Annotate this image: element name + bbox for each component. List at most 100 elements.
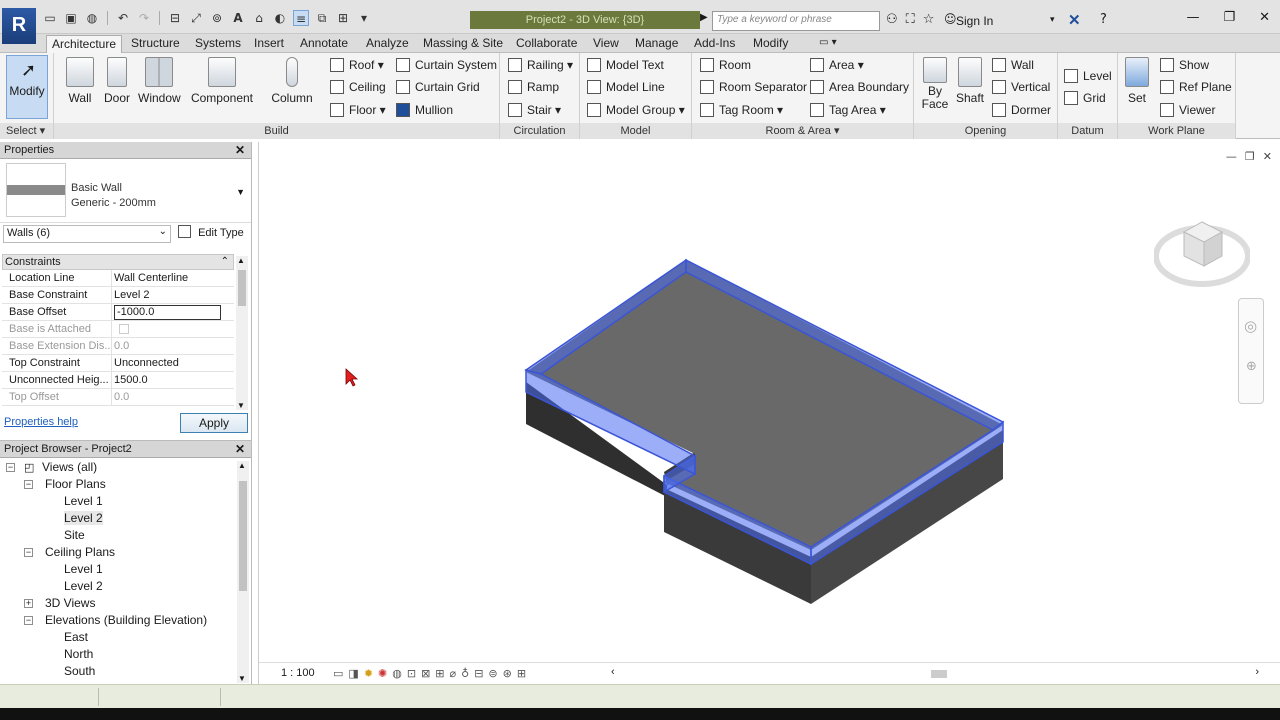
reveal-hidden-icon[interactable]: ♁ (461, 667, 469, 680)
constraints-icon[interactable]: ⊞ (517, 667, 526, 680)
section-icon[interactable]: ◐ (272, 10, 288, 26)
steering-wheel-icon[interactable]: ◎ (1244, 317, 1257, 335)
user-icon[interactable]: ☺ (944, 12, 957, 26)
tag-room-button[interactable]: Tag Room ▾ (700, 101, 783, 119)
restore-icon[interactable]: ❐ (1223, 10, 1235, 25)
collapse-icon[interactable]: − (6, 463, 15, 472)
render-icon[interactable]: ◍ (392, 667, 402, 680)
tab-collaborate[interactable]: Collaborate (511, 35, 582, 53)
binoculars-icon[interactable]: ⚇ (886, 12, 898, 27)
sync-icon[interactable]: ◍ (84, 10, 100, 26)
tree-item-elevations[interactable]: − Elevations (Building Elevation) (0, 612, 236, 629)
view-cube[interactable] (1153, 204, 1251, 294)
scroll-right-icon[interactable]: › (1255, 666, 1259, 678)
window-button[interactable]: Window (138, 57, 181, 105)
save-icon[interactable]: ▣ (63, 10, 79, 26)
column-button[interactable]: Column (270, 57, 314, 105)
tab-systems[interactable]: Systems (190, 35, 246, 53)
tree-item-ceiling-level-1[interactable]: Level 1 (0, 561, 236, 578)
search-input[interactable]: Type a keyword or phrase (712, 11, 880, 31)
dimension-icon[interactable]: ⤢ (188, 10, 204, 26)
viewport-hscrollbar[interactable]: ‹ › (611, 666, 1259, 679)
tab-annotate[interactable]: Annotate (295, 35, 353, 53)
base-offset-input[interactable]: -1000.0 (114, 305, 221, 320)
app-menu-button[interactable]: R (2, 8, 36, 44)
tree-item-ceiling-level-2[interactable]: Level 2 (0, 578, 236, 595)
floor-button[interactable]: Floor ▾ (330, 101, 386, 119)
tree-item-ceiling-plans[interactable]: − Ceiling Plans (0, 544, 236, 561)
tab-view[interactable]: View (588, 35, 624, 53)
show-crop-icon[interactable]: ⊠ (421, 667, 430, 680)
property-row[interactable]: Base Offset -1000.0 (2, 304, 234, 321)
type-dropdown-icon[interactable]: ▼ (236, 187, 245, 197)
scroll-thumb[interactable] (239, 481, 247, 591)
3d-viewport[interactable]: — ❐ ✕ ◎ ⊕ 1: 100 ▭ ◨ ✹ ✺ ◍ ⊡ ⊠ ⊞ ⌀ ♁ ⊟ … (258, 142, 1280, 684)
property-value[interactable]: Unconnected (112, 355, 234, 371)
property-row[interactable]: Location Line Wall Centerline (2, 270, 234, 287)
browser-scrollbar[interactable]: ▲ ▼ (237, 461, 249, 683)
tab-modify[interactable]: Modify (748, 35, 793, 53)
type-selector[interactable]: Basic Wall Generic - 200mm ▼ (0, 159, 251, 223)
tree-item-east[interactable]: East (0, 629, 236, 646)
tree-item-south[interactable]: South (0, 663, 236, 680)
room-separator-button[interactable]: Room Separator (700, 78, 807, 96)
visual-style-icon[interactable]: ◨ (348, 667, 358, 680)
tree-item-floor-plans[interactable]: − Floor Plans (0, 476, 236, 493)
view-scale[interactable]: 1 : 100 (281, 667, 315, 679)
switch-windows-icon[interactable]: ⊞ (335, 10, 351, 26)
temp-hide-icon[interactable]: ⌀ (450, 667, 457, 680)
tag-icon[interactable]: ⊚ (209, 10, 225, 26)
vertical-opening-button[interactable]: Vertical (992, 78, 1050, 96)
sign-in-button[interactable]: Sign In (956, 14, 993, 28)
tree-item-site[interactable]: Site (0, 527, 236, 544)
tree-item-floor-level-2[interactable]: Level 2 (0, 510, 236, 527)
scroll-down-icon[interactable]: ▼ (237, 401, 245, 410)
help-icon[interactable]: ? (1100, 12, 1107, 27)
tree-item-floor-level-1[interactable]: Level 1 (0, 493, 236, 510)
modify-button[interactable]: ➚ Modify (6, 55, 48, 119)
level-button[interactable]: Level (1064, 67, 1112, 85)
viewer-button[interactable]: Viewer (1160, 101, 1215, 119)
scroll-down-icon[interactable]: ▼ (238, 674, 246, 683)
close-icon[interactable]: ✕ (235, 441, 245, 457)
mullion-button[interactable]: Mullion (396, 101, 453, 119)
roof-button[interactable]: Roof ▾ (330, 56, 384, 74)
show-button[interactable]: Show (1160, 56, 1209, 74)
tab-analyze[interactable]: Analyze (361, 35, 414, 53)
tree-item-north[interactable]: North (0, 646, 236, 663)
dormer-button[interactable]: Dormer (992, 101, 1051, 119)
measure-icon[interactable]: ⊟ (167, 10, 183, 26)
scroll-thumb[interactable] (931, 670, 947, 678)
tree-item-3d-views[interactable]: +3D Views (0, 595, 236, 612)
property-value[interactable]: 1500.0 (112, 372, 234, 388)
property-row[interactable]: Base Constraint Level 2 (2, 287, 234, 304)
minimize-icon[interactable]: — (1186, 10, 1199, 25)
customize-toolbar-icon[interactable]: ▾ (356, 10, 372, 26)
property-value[interactable]: Wall Centerline (112, 270, 234, 286)
tag-area-button[interactable]: Tag Area ▾ (810, 101, 886, 119)
area-button[interactable]: Area ▾ (810, 56, 864, 74)
property-value[interactable]: Level 2 (112, 287, 234, 303)
grid-button[interactable]: Grid (1064, 89, 1106, 107)
tab-architecture[interactable]: Architecture (46, 35, 123, 53)
edit-type-button[interactable]: Edit Type (178, 225, 244, 239)
property-row[interactable]: Unconnected Heig... 1500.0 (2, 372, 234, 389)
wall-opening-button[interactable]: Wall (992, 56, 1034, 74)
properties-help-link[interactable]: Properties help (4, 416, 78, 428)
properties-scrollbar[interactable]: ▲ ▼ (236, 256, 248, 410)
collapse-icon[interactable]: − (24, 548, 33, 557)
sun-path-icon[interactable]: ✹ (364, 667, 373, 680)
curtain-system-button[interactable]: Curtain System (396, 56, 497, 74)
crop-view-icon[interactable]: ⊡ (407, 667, 416, 680)
redo-icon[interactable]: ↷ (136, 10, 152, 26)
wall-button[interactable]: Wall (62, 57, 98, 105)
tab-add-ins[interactable]: Add-Ins (689, 35, 740, 53)
scroll-up-icon[interactable]: ▲ (238, 461, 246, 470)
detail-level-icon[interactable]: ▭ (333, 667, 343, 680)
constraints-section-header[interactable]: Constraints ⌃ (2, 254, 234, 270)
subscription-icon[interactable]: ⛶ (906, 12, 915, 27)
close-icon[interactable]: ✕ (1259, 10, 1270, 25)
room-area-panel-title[interactable]: Room & Area ▾ (692, 123, 913, 139)
scroll-thumb[interactable] (238, 270, 246, 306)
model-line-button[interactable]: Model Line (587, 78, 665, 96)
